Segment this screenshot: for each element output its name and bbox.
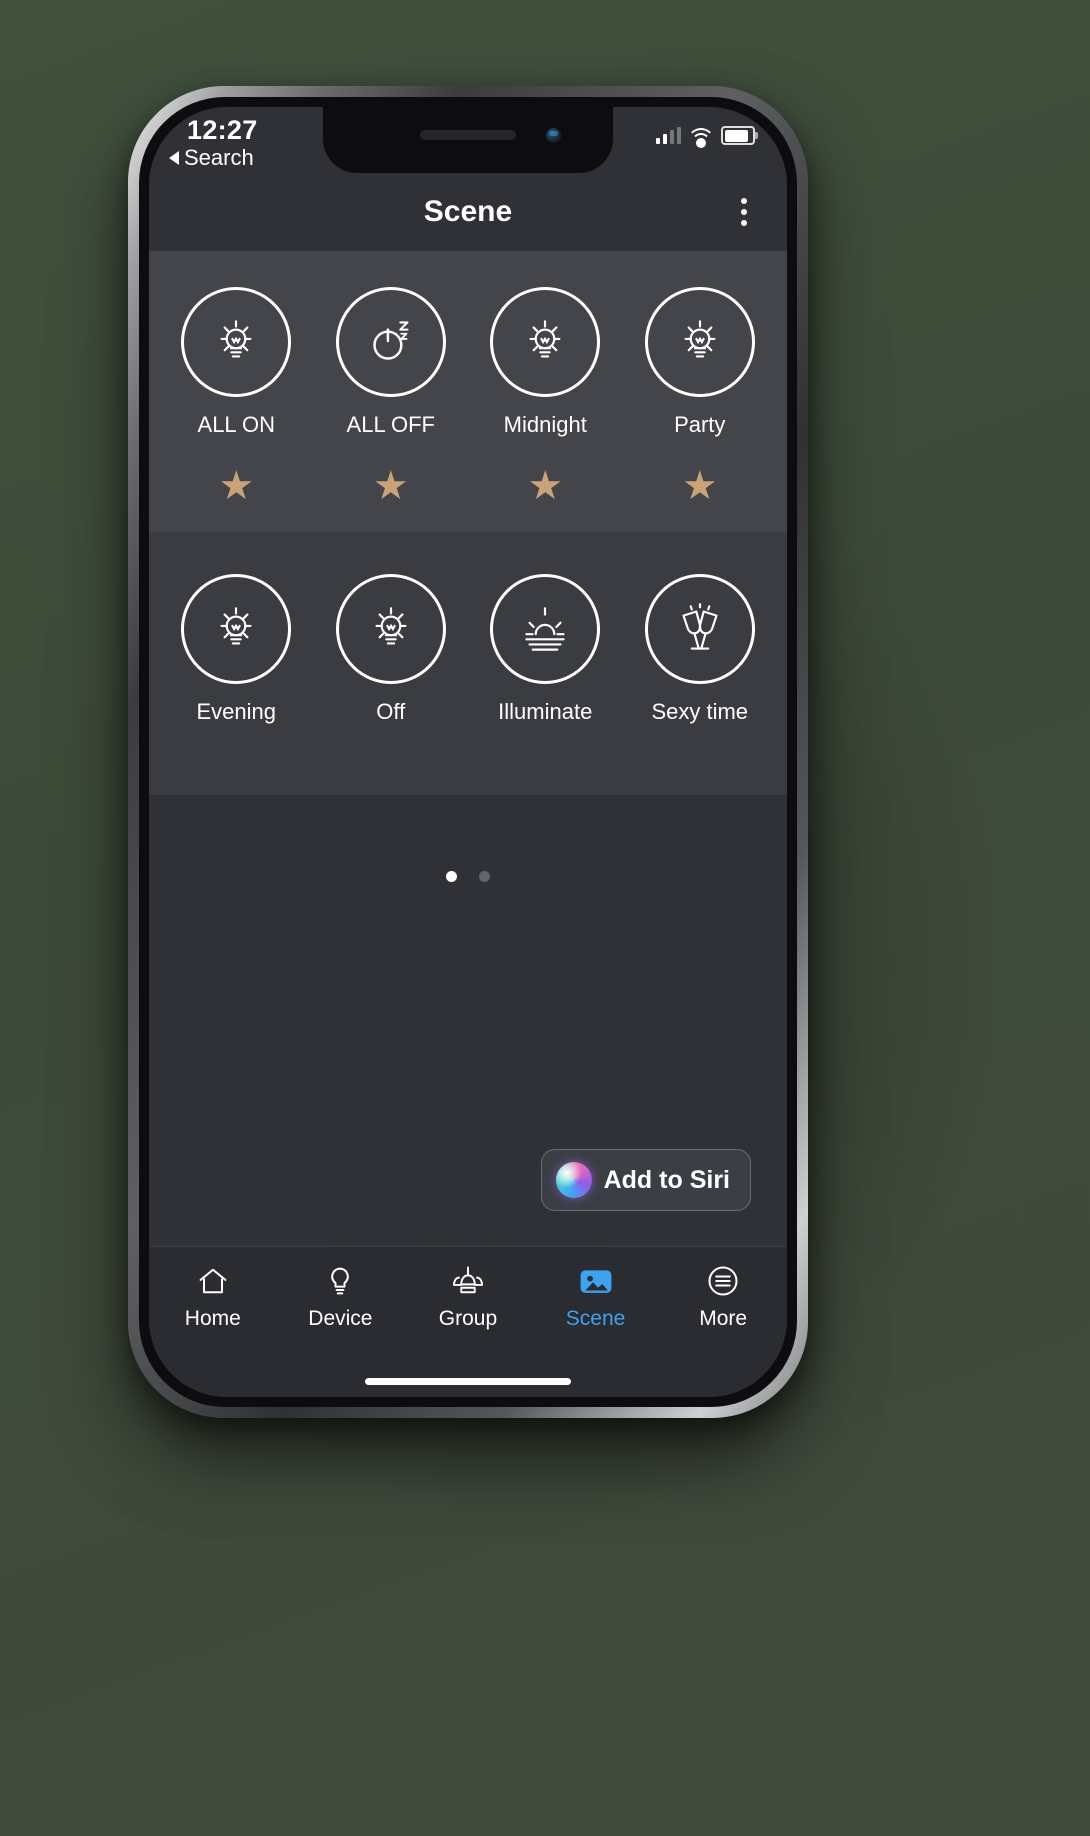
lightbulb-on-icon [181, 574, 292, 684]
favorite-star-cell[interactable]: ★ [159, 466, 314, 506]
battery-icon [721, 126, 758, 145]
star-icon[interactable]: ★ [218, 466, 254, 506]
add-to-siri-label: Add to Siri [603, 1165, 730, 1194]
status-indicators [655, 126, 758, 148]
page-title: Scene [423, 195, 513, 228]
add-to-siri-button[interactable]: Add to Siri [540, 1149, 751, 1211]
lightbulb-on-icon [335, 574, 446, 684]
scene-tile-evening[interactable]: Evening [159, 574, 314, 725]
status-time: 12:27 [187, 115, 258, 145]
lightbulb-on-icon [490, 287, 601, 397]
tab-label: More [699, 1307, 748, 1330]
star-icon[interactable]: ★ [373, 466, 409, 506]
overflow-menu-icon[interactable] [735, 192, 753, 232]
scene-row-2: Evening Off Illuminate Sexy time [149, 532, 787, 795]
more-list-icon [705, 1261, 741, 1301]
earpiece-speaker [420, 130, 516, 140]
phone-device-frame: 12:27 Search Scene ALL ON ALL OFF Midnig… [128, 86, 808, 1418]
front-camera-icon [546, 128, 561, 143]
bottom-tab-bar: Home Device Group Scene More [149, 1246, 787, 1397]
scene-label: Illuminate [498, 699, 593, 724]
scene-tile-illuminate[interactable]: Illuminate [468, 574, 623, 725]
bulb-icon [322, 1261, 358, 1301]
star-icon[interactable]: ★ [682, 466, 718, 506]
tab-label: Device [308, 1307, 373, 1330]
tab-label: Group [438, 1307, 498, 1330]
tab-label: Scene [565, 1307, 626, 1330]
power-sleep-icon [335, 287, 446, 397]
page-indicator[interactable] [149, 871, 787, 882]
scene-tile-off[interactable]: Off [314, 574, 469, 725]
scene-tile-all-off[interactable]: ALL OFF [314, 287, 469, 438]
photo-icon [577, 1261, 615, 1301]
tab-device[interactable]: Device [277, 1261, 405, 1331]
scene-label: Party [674, 412, 726, 437]
scene-tile-midnight[interactable]: Midnight [468, 287, 623, 438]
home-icon [195, 1261, 231, 1301]
group-icon [450, 1261, 486, 1301]
scene-label: Evening [196, 699, 276, 724]
champagne-glasses-icon [644, 574, 755, 684]
scene-row-1: ALL ON ALL OFF Midnight Party [149, 251, 787, 466]
phone-bezel: 12:27 Search Scene ALL ON ALL OFF Midnig… [139, 97, 797, 1407]
scene-label: Off [376, 699, 406, 724]
scene-label: Sexy time [651, 699, 749, 724]
favorite-star-cell[interactable]: ★ [623, 466, 778, 506]
page-dot-active[interactable] [446, 871, 457, 882]
tab-label: Home [184, 1307, 241, 1330]
page-dot[interactable] [479, 871, 490, 882]
back-to-search-button[interactable]: Search [169, 145, 254, 171]
home-indicator[interactable] [365, 1378, 571, 1385]
scene-label: ALL ON [197, 412, 275, 437]
tab-group[interactable]: Group [404, 1261, 532, 1331]
back-caret-icon [169, 151, 179, 165]
back-to-search-label: Search [184, 145, 254, 170]
scene-tile-sexy-time[interactable]: Sexy time [623, 574, 778, 725]
scene-label: ALL OFF [346, 412, 435, 437]
phone-screen: 12:27 Search Scene ALL ON ALL OFF Midnig… [149, 107, 787, 1397]
scene-tile-party[interactable]: Party [623, 287, 778, 438]
scene-tile-all-on[interactable]: ALL ON [159, 287, 314, 438]
navigation-bar: Scene [149, 173, 787, 251]
favorite-star-cell[interactable]: ★ [468, 466, 623, 506]
favorite-star-cell[interactable]: ★ [314, 466, 469, 506]
scene-list: ALL ON ALL OFF Midnight Party ★ ★ ★ ★ Ev… [149, 251, 787, 1397]
favorite-stars-row: ★ ★ ★ ★ [149, 466, 787, 532]
siri-orb-icon [555, 1162, 592, 1198]
star-icon[interactable]: ★ [527, 466, 563, 506]
tab-home[interactable]: Home [149, 1261, 277, 1331]
wifi-icon [687, 127, 715, 148]
tab-more[interactable]: More [659, 1261, 787, 1331]
tab-scene[interactable]: Scene [532, 1261, 660, 1331]
scene-label: Midnight [503, 412, 587, 437]
lightbulb-on-icon [644, 287, 755, 397]
cellular-signal-icon [655, 127, 681, 144]
sunset-icon [490, 574, 601, 684]
display-notch [323, 107, 613, 173]
lightbulb-on-icon [181, 287, 292, 397]
